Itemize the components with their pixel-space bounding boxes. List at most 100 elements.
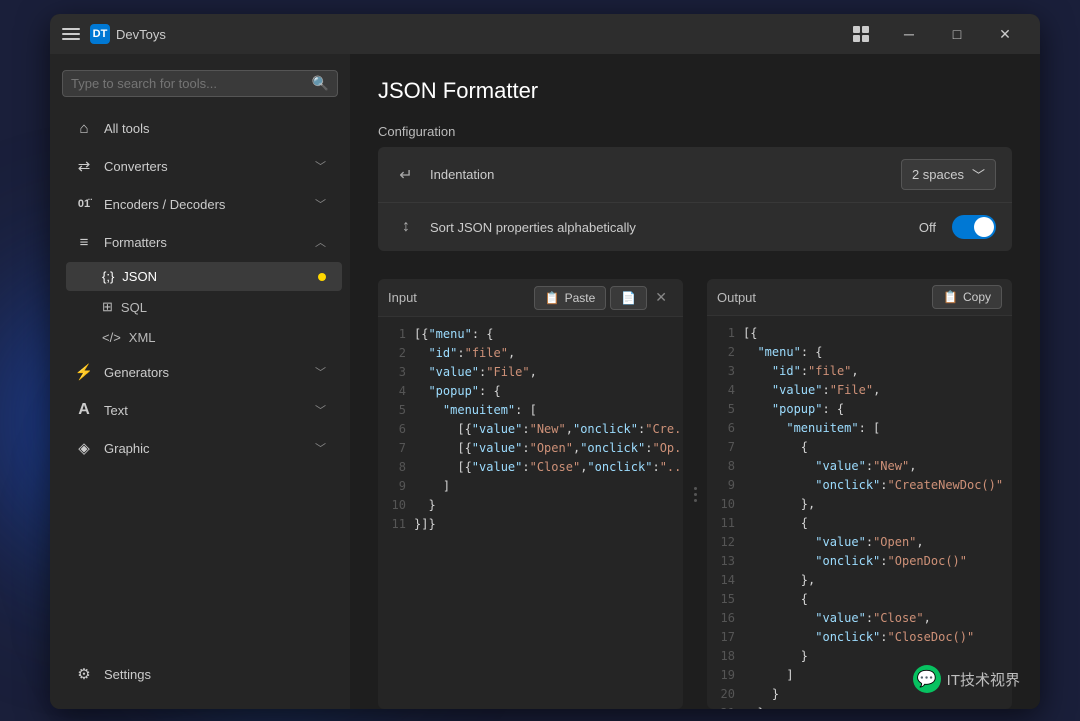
sidebar-item-xml[interactable]: </> XML xyxy=(66,323,342,352)
copy-icon: 📋 xyxy=(943,290,958,304)
open-file-button[interactable]: 📄 xyxy=(610,286,647,310)
sidebar-item-formatters[interactable]: ≡ Formatters ︿ xyxy=(58,224,342,260)
input-line-10: } xyxy=(414,496,683,515)
sidebar-item-text[interactable]: A Text ﹀ xyxy=(58,392,342,428)
sort-toggle[interactable] xyxy=(952,215,996,239)
search-input[interactable] xyxy=(71,76,312,91)
formatters-chevron: ︿ xyxy=(315,234,326,250)
formatters-label: Formatters xyxy=(104,235,315,250)
indentation-dropdown[interactable]: 2 spaces ﹀ xyxy=(901,159,996,190)
out-line-2: "menu": { xyxy=(743,343,1012,362)
sidebar-item-graphic[interactable]: ◈ Graphic ﹀ xyxy=(58,430,342,466)
out-line-9: "onclick": "CreateNewDoc()" xyxy=(743,476,1012,495)
io-panels: Input 📋 Paste 📄 ✕ 1 xyxy=(378,279,1012,709)
config-label: Configuration xyxy=(378,124,1012,139)
output-code-content: [{ "menu": { "id": "file", "value": "Fil… xyxy=(743,324,1012,709)
sidebar: 🔍 ⌂ All tools ⇄ Converters ﹀ 01̈ Encoder… xyxy=(50,54,350,709)
sidebar-bottom: ⚙ Settings xyxy=(50,647,350,701)
out-line-14: }, xyxy=(743,571,1012,590)
sidebar-item-converters[interactable]: ⇄ Converters ﹀ xyxy=(58,148,342,184)
sidebar-item-settings[interactable]: ⚙ Settings xyxy=(58,656,342,692)
out-line-19: ] xyxy=(743,666,1012,685)
line-num-6: 6 xyxy=(378,420,406,439)
copy-button[interactable]: 📋 Copy xyxy=(932,285,1002,309)
close-button[interactable]: ✕ xyxy=(982,18,1028,50)
sort-control: Off xyxy=(919,215,996,239)
search-box[interactable]: 🔍 xyxy=(62,70,338,97)
sort-icon: ↕ xyxy=(394,215,418,239)
input-panel: Input 📋 Paste 📄 ✕ 1 xyxy=(378,279,683,709)
input-panel-title: Input xyxy=(388,290,530,305)
toggle-knob xyxy=(974,217,994,237)
file-icon: 📄 xyxy=(621,291,636,305)
indentation-control: 2 spaces ﹀ xyxy=(901,159,996,190)
minimize-button[interactable]: ─ xyxy=(886,18,932,50)
config-card: ↵ Indentation 2 spaces ﹀ ↕ Sort JSON pro… xyxy=(378,147,1012,251)
active-indicator xyxy=(318,273,326,281)
out-line-10: }, xyxy=(743,495,1012,514)
graphic-icon: ◈ xyxy=(74,438,94,458)
line-num-11: 11 xyxy=(378,515,406,534)
out-line-6: "menuitem": [ xyxy=(743,419,1012,438)
formatters-subnav: {;} JSON ⊞ SQL </> XML xyxy=(50,261,350,353)
indentation-label: Indentation xyxy=(430,167,901,182)
out-line-5: "popup": { xyxy=(743,400,1012,419)
generators-label: Generators xyxy=(104,365,315,380)
converters-icon: ⇄ xyxy=(74,156,94,176)
out-line-11: { xyxy=(743,514,1012,533)
out-line-16: "value": "Close", xyxy=(743,609,1012,628)
input-line-9: ] xyxy=(414,477,683,496)
indentation-row: ↵ Indentation 2 spaces ﹀ xyxy=(378,147,1012,203)
input-line-7: [{"value": "Open", "onclick": "Op... xyxy=(414,439,683,458)
sidebar-item-generators[interactable]: ⚡ Generators ﹀ xyxy=(58,354,342,390)
generators-icon: ⚡ xyxy=(74,362,94,382)
titlebar: DT DevToys ─ □ ✕ xyxy=(50,14,1040,54)
panel-drag-handle[interactable] xyxy=(691,279,699,709)
out-line-1: [{ xyxy=(743,324,1012,343)
sidebar-item-json[interactable]: {;} JSON xyxy=(66,262,342,291)
config-section: Configuration ↵ Indentation 2 spaces ﹀ xyxy=(378,124,1012,255)
dropdown-chevron-icon: ﹀ xyxy=(972,165,985,184)
search-icon[interactable]: 🔍 xyxy=(312,75,329,92)
out-line-7: { xyxy=(743,438,1012,457)
snap-button[interactable] xyxy=(838,18,884,50)
sidebar-item-sql[interactable]: ⊞ SQL xyxy=(66,292,342,322)
clear-input-button[interactable]: ✕ xyxy=(649,285,673,310)
json-icon: {;} xyxy=(102,269,114,284)
input-panel-header: Input 📋 Paste 📄 ✕ xyxy=(378,279,683,317)
out-line-4: "value": "File", xyxy=(743,381,1012,400)
out-line-15: { xyxy=(743,590,1012,609)
sidebar-item-all-tools[interactable]: ⌂ All tools xyxy=(58,110,342,146)
output-panel-header: Output 📋 Copy xyxy=(707,279,1012,316)
hamburger-menu-icon[interactable] xyxy=(62,25,80,43)
out-line-12: "value": "Open", xyxy=(743,533,1012,552)
graphic-label: Graphic xyxy=(104,441,315,456)
sql-icon: ⊞ xyxy=(102,299,113,315)
input-code-area[interactable]: 1 2 3 4 5 6 7 8 9 10 11 xyxy=(378,317,683,709)
indentation-value: 2 spaces xyxy=(912,167,964,182)
sort-label: Sort JSON properties alphabetically xyxy=(430,220,919,235)
out-line-8: "value": "New", xyxy=(743,457,1012,476)
encoders-chevron: ﹀ xyxy=(315,196,326,212)
out-line-21: } xyxy=(743,704,1012,709)
app-layout: 🔍 ⌂ All tools ⇄ Converters ﹀ 01̈ Encoder… xyxy=(50,54,1040,709)
line-num-1: 1 xyxy=(378,325,406,344)
maximize-button[interactable]: □ xyxy=(934,18,980,50)
encoders-label: Encoders / Decoders xyxy=(104,197,315,212)
out-line-17: "onclick": "CloseDoc()" xyxy=(743,628,1012,647)
generators-chevron: ﹀ xyxy=(315,364,326,380)
line-num-10: 10 xyxy=(378,496,406,515)
graphic-chevron: ﹀ xyxy=(315,440,326,456)
output-code-area[interactable]: 1 2 3 4 5 6 7 8 9 10 11 xyxy=(707,316,1012,709)
sidebar-item-encoders[interactable]: 01̈ Encoders / Decoders ﹀ xyxy=(58,186,342,222)
app-title: DevToys xyxy=(116,27,838,42)
main-content: JSON Formatter Configuration ↵ Indentati… xyxy=(350,54,1040,709)
paste-button[interactable]: 📋 Paste xyxy=(534,286,607,310)
settings-icon: ⚙ xyxy=(74,664,94,684)
input-line-numbers: 1 2 3 4 5 6 7 8 9 10 11 xyxy=(378,325,414,701)
encoders-icon: 01̈ xyxy=(74,194,94,214)
input-line-3: "value": "File", xyxy=(414,363,683,382)
input-line-5: "menuitem": [ xyxy=(414,401,683,420)
line-num-3: 3 xyxy=(378,363,406,382)
sort-row: ↕ Sort JSON properties alphabetically Of… xyxy=(378,203,1012,251)
